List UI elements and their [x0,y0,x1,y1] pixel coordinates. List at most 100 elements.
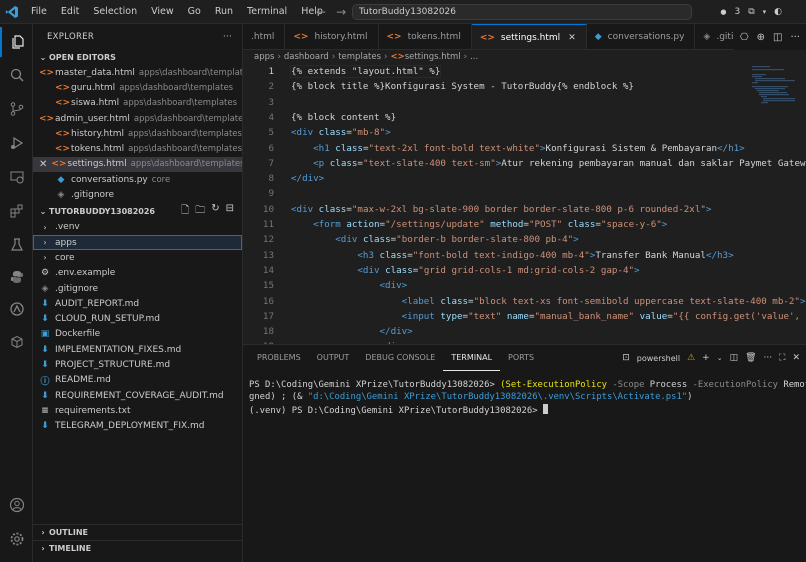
refresh-icon[interactable]: ↻ [211,203,219,220]
timeline-section-header[interactable]: › TIMELINE [33,540,243,556]
panel-tab-terminal[interactable]: TERMINAL [443,345,501,371]
folder-item[interactable]: › core [33,250,242,265]
open-editor-item[interactable]: ◆ conversations.py core [33,172,242,187]
breadcrumb-item[interactable]: apps [254,52,274,62]
file-item[interactable]: ⓘ README.md [33,373,242,388]
tab-settings-html[interactable]: <> settings.html ✕ [471,24,587,49]
preview-globe-icon[interactable]: ⊕ [757,32,765,43]
split-terminal-icon[interactable]: ◫ [730,353,739,363]
more-actions-icon[interactable]: ··· [790,32,800,43]
open-editor-item[interactable]: <> siswa.html apps\dashboard\templates [33,96,242,111]
new-terminal-icon[interactable]: + [702,353,710,363]
run-debug-icon[interactable] [0,128,33,158]
more-actions-icon[interactable]: ··· [223,32,232,42]
breadcrumb-item[interactable]: settings.html [405,52,461,62]
code-token: class [385,264,413,276]
new-folder-icon[interactable]: 🗀 [195,203,205,220]
tab-history-html[interactable]: <> history.html [285,24,379,49]
code-token: "/settings/update" [385,219,485,230]
menu-item-run[interactable]: Run [208,0,240,24]
file-item[interactable]: ⚙ .env.example [33,266,242,281]
tab-conversations-py[interactable]: ◆ conversations.py [587,24,696,49]
panel-tab-ports[interactable]: PORTS [500,345,542,371]
open-editor-item[interactable]: <> history.html apps\dashboard\templates [33,126,242,141]
open-editor-item[interactable]: <> guru.html apps\dashboard\templates [33,80,242,95]
explorer-icon[interactable] [0,27,33,57]
extensions-icon[interactable] [0,196,33,226]
menu-item-go[interactable]: Go [181,0,208,24]
menu-item-selection[interactable]: Selection [86,0,144,24]
chevron-down-icon[interactable]: ▾ [763,8,767,16]
minimap[interactable] [752,64,796,124]
warning-icon[interactable]: ⚠ [687,353,695,363]
github-icon[interactable] [0,294,33,324]
project-section-header[interactable]: ⌄ TUTORBUDDY13082026 🗋 🗀 ↻ ⊟ [33,203,242,220]
notification-count[interactable]: 3 [734,7,740,17]
close-panel-icon[interactable]: ✕ [792,353,800,363]
close-icon[interactable]: ✕ [39,159,47,170]
remote-explorer-icon[interactable] [0,162,33,192]
open-editor-item[interactable]: ◈ .gitignore [33,187,242,202]
terminal-output[interactable]: PS D:\Coding\Gemini XPrize\TutorBuddy130… [243,379,806,417]
menu-item-file[interactable]: File [24,0,54,24]
settings-gear-icon[interactable] [0,524,33,554]
python-icon[interactable] [0,262,33,292]
file-item[interactable]: ⬇ TELEGRAM_DEPLOYMENT_FIX.md [33,419,242,434]
menu-item-terminal[interactable]: Terminal [240,0,294,24]
file-item[interactable]: ◈ .gitignore [33,281,242,296]
chevron-down-icon[interactable]: ⌄ [717,354,723,362]
copilot-icon[interactable]: ⧉ [748,7,754,17]
more-actions-icon[interactable]: ··· [764,353,773,363]
outline-section-header[interactable]: › OUTLINE [33,524,243,540]
collapse-all-icon[interactable]: ⊟ [226,203,234,220]
tab-tokens-html[interactable]: <> tokens.html [379,24,472,49]
tab-label: settings.html [500,32,561,43]
testing-icon[interactable] [0,230,33,260]
menu-item-view[interactable]: View [144,0,181,24]
file-item[interactable]: ▣ Dockerfile [33,327,242,342]
open-editors-section-header[interactable]: ⌄ OPEN EDITORS [33,49,242,65]
close-icon[interactable]: ✕ [568,33,576,43]
code-editor[interactable]: 1 {% extends "layout.html" %} 2 {% block ti… [243,64,806,344]
split-editor-icon[interactable]: ◫ [773,32,782,43]
bottom-panel: PROBLEMS OUTPUT DEBUG CONSOLE TERMINAL PORTS… [243,344,806,562]
menu-item-edit[interactable]: Edit [54,0,86,24]
breadcrumb-item[interactable]: dashboard [284,52,329,62]
folder-item[interactable]: › apps [33,234,242,251]
open-editor-item[interactable]: <> tokens.html apps\dashboard\templates [33,141,242,156]
accounts-icon[interactable]: ◐ [774,7,782,17]
forward-arrow-icon[interactable]: → [336,5,346,19]
panel-tab-problems[interactable]: PROBLEMS [249,345,309,371]
search-icon[interactable] [0,60,33,90]
file-item[interactable]: ⬇ CLOUD_RUN_SETUP.md [33,311,242,326]
file-item[interactable]: ⬇ IMPLEMENTATION_FIXES.md [33,342,242,357]
copilot-chat-icon[interactable]: ⎔ [740,32,749,43]
account-icon[interactable] [0,490,33,520]
markdown-file-icon: ⬇ [41,314,49,325]
folder-item[interactable]: › .venv [33,220,242,235]
source-control-icon[interactable] [0,94,33,124]
new-file-icon[interactable]: 🗋 [181,203,189,220]
code-token: </div> [379,326,413,338]
panel-tab-debug-console[interactable]: DEBUG CONSOLE [357,345,443,371]
back-arrow-icon[interactable]: ← [316,5,326,19]
file-item[interactable]: ≡ requirements.txt [33,403,242,418]
line-number: 14 [262,264,274,276]
open-editor-item[interactable]: <> master_data.html apps\dashboard\templat… [33,65,242,80]
database-icon[interactable] [0,327,33,357]
trash-icon[interactable]: 🗑 [745,353,756,363]
file-item[interactable]: ⬇ PROJECT_STRUCTURE.md [33,357,242,372]
panel-tab-output[interactable]: OUTPUT [309,345,358,371]
file-item[interactable]: ⬇ REQUIREMENT_COVERAGE_AUDIT.md [33,388,242,403]
breadcrumb-item[interactable]: templates [338,52,381,62]
command-center-search[interactable]: TutorBuddy13082026 [352,4,692,20]
breadcrumb-item[interactable]: ... [470,52,478,62]
open-editor-item[interactable]: ✕ <> settings.html apps\dashboard\templates [33,156,242,173]
file-item[interactable]: ⬇ AUDIT_REPORT.md [33,296,242,311]
open-editor-item[interactable]: <> admin_user.html apps\dashboard\template… [33,111,242,126]
shell-label[interactable]: powershell [637,354,680,363]
record-dot-icon[interactable]: ● [720,8,726,16]
tab-html[interactable]: .html [243,24,286,49]
maximize-panel-icon[interactable]: ⛶ [779,353,785,363]
